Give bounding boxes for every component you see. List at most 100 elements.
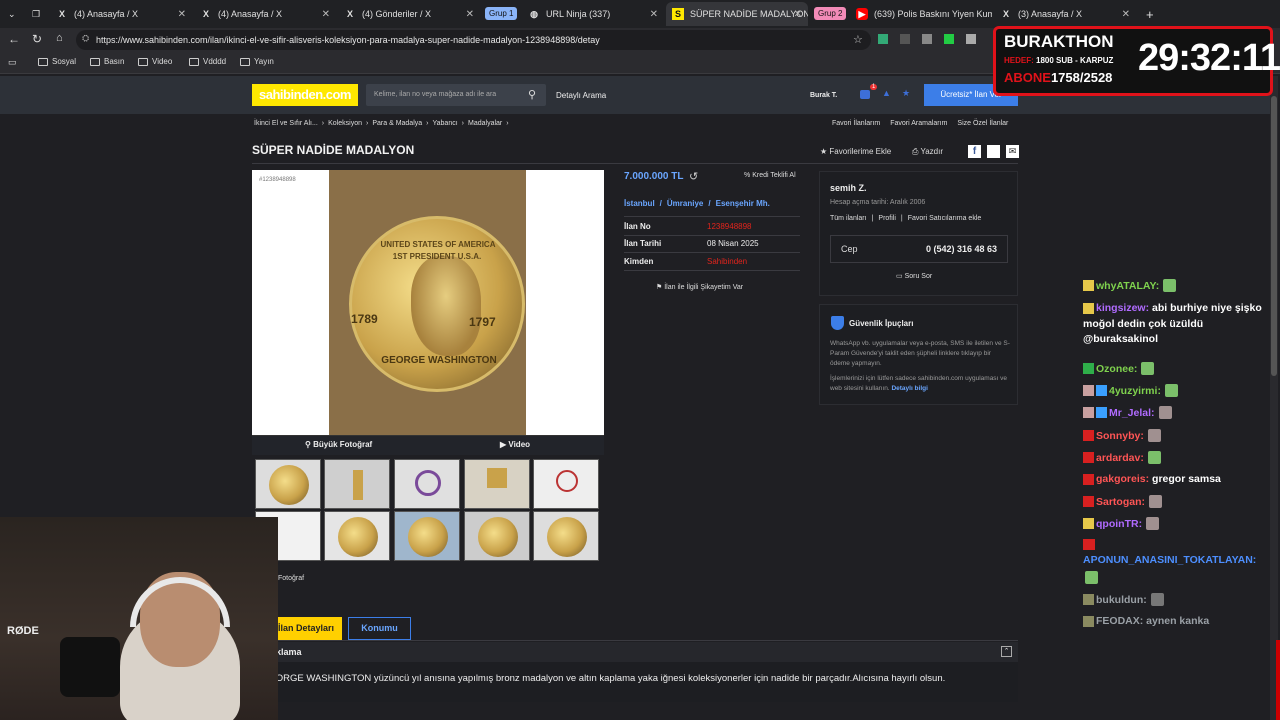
- search-input[interactable]: Kelime, ilan no veya mağaza adı ile ara: [366, 84, 546, 106]
- tab-2[interactable]: X (4) Anasayfa / X ✕: [194, 2, 336, 26]
- site-logo[interactable]: sahibinden.com: [252, 84, 358, 106]
- extension-icon[interactable]: [966, 34, 976, 44]
- tab-5-active[interactable]: S SÜPER NADİDE MADALYON s ✕: [666, 2, 808, 26]
- tab-1[interactable]: X (4) Anasayfa / X ✕: [50, 2, 192, 26]
- photo-thumbnail[interactable]: [324, 459, 390, 509]
- seller-name[interactable]: semih Z.: [830, 183, 867, 193]
- phone-number[interactable]: 0 (542) 316 48 63: [926, 244, 997, 254]
- subscriber-line: ABONE1758/2528: [1004, 70, 1113, 85]
- listing-title: SÜPER NADİDE MADALYON: [252, 143, 415, 157]
- workspaces-icon[interactable]: ❐: [26, 2, 44, 26]
- detailed-search-link[interactable]: Detaylı Arama: [556, 91, 606, 100]
- tab-4[interactable]: ◍ URL Ninja (337) ✕: [522, 2, 664, 26]
- video-button[interactable]: ▶ Video: [500, 440, 530, 449]
- extension-icon[interactable]: [922, 34, 932, 44]
- bookmark-folder[interactable]: Sosyal: [38, 57, 76, 66]
- big-photo-button[interactable]: ⚲ Büyük Fotoğraf: [305, 440, 372, 449]
- close-icon[interactable]: ✕: [322, 9, 330, 20]
- profile-link[interactable]: Profili: [878, 215, 896, 222]
- coin-photo[interactable]: UNITED STATES OF AMERICA 1ST PRESIDENT U…: [329, 170, 526, 435]
- bookmark-folder[interactable]: Video: [138, 57, 172, 66]
- photo-thumbnail[interactable]: [533, 459, 599, 509]
- favorite-searches-link[interactable]: Favori Aramalarım: [890, 120, 947, 127]
- special-listings-link[interactable]: Size Özel İlanlar: [957, 120, 1008, 127]
- page-scrollbar[interactable]: [1270, 76, 1278, 720]
- tab-group-1[interactable]: Grup 1: [485, 7, 518, 20]
- tab-7[interactable]: X (3) Anasayfa / X ✕: [994, 2, 1136, 26]
- extension-icon[interactable]: [900, 34, 910, 44]
- chat-message: bukuldun:: [1083, 593, 1164, 606]
- extension-icon[interactable]: [878, 34, 888, 44]
- photo-thumbnail[interactable]: [394, 511, 460, 561]
- price-history-icon[interactable]: ↺: [689, 170, 698, 183]
- location-city[interactable]: İstanbul: [624, 199, 655, 208]
- microphone: [60, 637, 120, 697]
- tab-location[interactable]: Konumu: [348, 617, 411, 640]
- print-button[interactable]: ⎙ Yazdır: [912, 147, 943, 157]
- photo-thumbnail[interactable]: [324, 511, 390, 561]
- sahibinden-icon: S: [672, 8, 684, 20]
- x-share-icon[interactable]: [987, 145, 1000, 158]
- tab-6[interactable]: ▶ (639) Polis Baskını Yiyen Kum: [850, 2, 992, 26]
- bookmark-folder[interactable]: Vdddd: [189, 57, 226, 66]
- close-icon[interactable]: ✕: [794, 9, 802, 20]
- tab-3[interactable]: X (4) Gönderiler / X ✕: [338, 2, 480, 26]
- security-text: WhatsApp vb. uygulamalar veya e-posta, S…: [830, 340, 1010, 367]
- messages-icon[interactable]: [860, 90, 870, 99]
- favorite-seller-link[interactable]: Favori Satıcılarıma ekle: [908, 215, 982, 222]
- star-icon[interactable]: ☆: [853, 33, 863, 46]
- facebook-icon[interactable]: f: [968, 145, 981, 158]
- photo-thumbnail[interactable]: [533, 511, 599, 561]
- breadcrumb-item[interactable]: Koleksiyon: [328, 120, 362, 127]
- photo-thumbnail[interactable]: [394, 459, 460, 509]
- details-link[interactable]: Detaylı bilgi: [891, 385, 927, 392]
- location-neighborhood[interactable]: Esenşehir Mh.: [716, 199, 770, 208]
- bell-icon[interactable]: ▲: [882, 88, 891, 98]
- back-icon[interactable]: ←: [8, 32, 20, 46]
- breadcrumb-item[interactable]: İkinci El ve Sıfır Alı...: [254, 120, 318, 127]
- emote-icon: [1158, 406, 1172, 419]
- lock-icon[interactable]: ⛭: [82, 33, 89, 44]
- tab-group-2[interactable]: Grup 2: [814, 7, 847, 20]
- price: 7.000.000 TL: [624, 171, 684, 182]
- email-icon[interactable]: ✉: [1006, 145, 1019, 158]
- search-icon[interactable]: ⚲: [528, 88, 536, 101]
- divider: [624, 235, 800, 236]
- url-input[interactable]: https://www.sahibinden.com/ilan/ikinci-e…: [76, 30, 871, 50]
- breadcrumb-item[interactable]: Yabancı: [433, 120, 458, 127]
- reading-list-icon[interactable]: ▭: [8, 57, 17, 68]
- reload-icon[interactable]: ↻: [32, 32, 42, 46]
- breadcrumb-item[interactable]: Madalyalar: [468, 120, 502, 127]
- favorite-listings-link[interactable]: Favori İlanlarım: [832, 120, 880, 127]
- webcam-overlay: RØDE: [0, 517, 278, 720]
- close-icon[interactable]: ✕: [1122, 9, 1130, 20]
- collapse-icon[interactable]: ⌃: [1001, 646, 1012, 657]
- detail-value: Sahibinden: [707, 257, 748, 266]
- ask-question-button[interactable]: ▭ Soru Sor: [896, 272, 932, 280]
- tab-listing-details[interactable]: İlan Detayları: [270, 617, 342, 640]
- photo-thumbnail[interactable]: [255, 459, 321, 509]
- home-icon[interactable]: ⌂: [56, 32, 63, 44]
- tab-list-button[interactable]: ⌄: [2, 2, 22, 26]
- user-menu[interactable]: Burak T.: [810, 92, 837, 99]
- bookmark-folder[interactable]: Yayın: [240, 57, 274, 66]
- security-title: Güvenlik İpuçları: [849, 319, 914, 328]
- extension-icon[interactable]: [944, 34, 954, 44]
- close-icon[interactable]: ✕: [650, 9, 658, 20]
- photo-thumbnail[interactable]: [464, 459, 530, 509]
- location-district[interactable]: Ümraniye: [667, 199, 703, 208]
- breadcrumb-item[interactable]: Para & Madalya: [372, 120, 422, 127]
- folder-icon: [240, 57, 250, 66]
- all-listings-link[interactable]: Tüm ilanları: [830, 215, 867, 222]
- header-links: Favori İlanlarım Favori Aramalarım Size …: [832, 120, 1008, 127]
- report-listing-link[interactable]: ⚑ İlan ile İlgili Şikayetim Var: [656, 283, 743, 291]
- favorites-icon[interactable]: ★: [902, 88, 910, 99]
- new-tab-button[interactable]: +: [1140, 2, 1158, 26]
- close-icon[interactable]: ✕: [178, 9, 186, 20]
- close-icon[interactable]: ✕: [466, 9, 474, 20]
- photo-thumbnail[interactable]: [464, 511, 530, 561]
- bookmark-folder[interactable]: Basın: [90, 57, 124, 66]
- credit-offer-link[interactable]: % Kredi Teklifi Al: [744, 172, 796, 179]
- add-favorite-button[interactable]: ★ Favorilerime Ekle: [820, 147, 891, 156]
- divider: [624, 252, 800, 253]
